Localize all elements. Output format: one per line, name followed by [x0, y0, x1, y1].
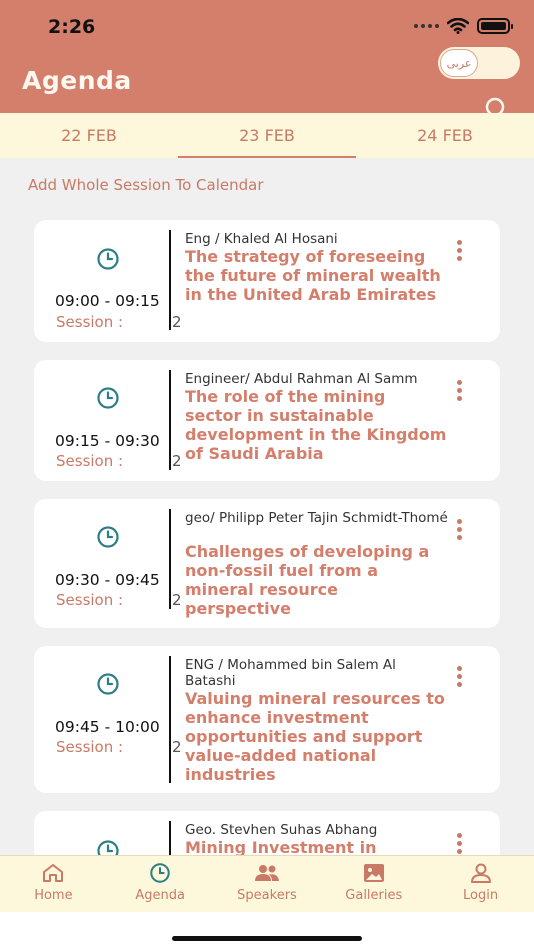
home-icon	[43, 864, 64, 882]
session-number: Session : 2	[56, 313, 182, 331]
clock-icon	[97, 526, 119, 548]
card-divider	[169, 230, 171, 330]
add-session-to-calendar-link[interactable]: Add Whole Session To Calendar	[28, 176, 264, 194]
battery-icon	[477, 18, 513, 34]
tab-22-feb[interactable]: 22 FEB	[0, 113, 178, 158]
more-options-icon[interactable]	[454, 240, 464, 261]
image-icon	[363, 864, 384, 882]
session-label: Session :	[56, 738, 124, 756]
card-divider	[169, 509, 171, 609]
speaker-name: Eng / Khaled Al Hosani	[185, 231, 338, 247]
nav-login-label: Login	[463, 888, 499, 903]
session-time: 09:15 - 09:30	[55, 432, 160, 450]
speaker-name: geo/ Philipp Peter Tajin Schmidt-Thomé	[185, 510, 448, 526]
card-divider	[169, 370, 171, 470]
tab-24-feb[interactable]: 24 FEB	[356, 113, 534, 158]
nav-speakers[interactable]: Speakers	[214, 856, 321, 912]
tab-23-feb[interactable]: 23 FEB	[178, 113, 356, 158]
more-options-icon[interactable]	[454, 666, 464, 687]
nav-speakers-label: Speakers	[237, 888, 297, 903]
session-card[interactable]: 09:00 - 09:15 Session : 2 Eng / Khaled A…	[34, 220, 500, 342]
home-indicator-area	[0, 912, 534, 950]
session-number: Session : 2	[56, 738, 182, 756]
session-title: The strategy of foreseeing the future of…	[185, 247, 441, 304]
clock-icon	[150, 863, 170, 883]
session-title: The role of the mining sector in sustain…	[185, 387, 447, 463]
speaker-name: ENG / Mohammed bin Salem Al Batashi	[185, 657, 396, 689]
people-icon	[254, 865, 279, 881]
session-value: 2	[172, 591, 182, 609]
session-card[interactable]: 09:45 - 10:00 Session : 2 ENG / Mohammed…	[34, 646, 500, 793]
card-divider	[169, 656, 171, 783]
bottom-navigation: Home Agenda Speakers Galleries Login	[0, 855, 534, 912]
date-tabs: 22 FEB 23 FEB 24 FEB	[0, 113, 534, 158]
session-value: 2	[172, 313, 182, 331]
status-time: 2:26	[48, 16, 96, 38]
more-options-icon[interactable]	[454, 380, 464, 401]
nav-galleries-label: Galleries	[345, 888, 403, 903]
nav-home[interactable]: Home	[0, 856, 107, 912]
more-options-icon[interactable]	[454, 519, 464, 540]
session-card[interactable]: 09:15 - 09:30 Session : 2 Engineer/ Abdu…	[34, 360, 500, 481]
session-time: 09:30 - 09:45	[55, 571, 160, 589]
status-icons	[414, 18, 513, 34]
more-options-icon[interactable]	[454, 833, 464, 854]
clock-icon	[97, 673, 119, 695]
session-number: Session : 2	[56, 591, 182, 609]
clock-icon	[97, 387, 119, 409]
nav-login[interactable]: Login	[427, 856, 534, 912]
nav-galleries[interactable]: Galleries	[320, 856, 427, 912]
session-label: Session :	[56, 313, 124, 331]
nav-agenda[interactable]: Agenda	[107, 856, 214, 912]
session-value: 2	[172, 738, 182, 756]
language-toggle[interactable]: عربى	[438, 47, 520, 79]
session-time: 09:45 - 10:00	[55, 718, 160, 736]
session-title: Challenges of developing a non-fossil fu…	[185, 542, 430, 618]
home-indicator[interactable]	[172, 936, 362, 941]
app-header: 2:26 Agenda عربى	[0, 0, 534, 113]
session-number: Session : 2	[56, 452, 182, 470]
session-label: Session :	[56, 452, 124, 470]
clock-icon	[97, 248, 119, 270]
signal-icon	[414, 24, 439, 28]
person-icon	[470, 863, 491, 883]
session-value: 2	[172, 452, 182, 470]
page-title: Agenda	[22, 66, 132, 95]
session-title: Valuing mineral resources to enhance inv…	[185, 689, 445, 784]
search-icon[interactable]	[484, 96, 508, 113]
speaker-name: Geo. Stevhen Suhas Abhang	[185, 822, 378, 838]
session-label: Session :	[56, 591, 124, 609]
session-card[interactable]: 09:30 - 09:45 Session : 2 geo/ Philipp P…	[34, 499, 500, 628]
speaker-name: Engineer/ Abdul Rahman Al Samm	[185, 371, 418, 387]
wifi-icon	[447, 18, 469, 34]
nav-agenda-label: Agenda	[135, 888, 185, 903]
session-time: 09:00 - 09:15	[55, 292, 160, 310]
nav-home-label: Home	[34, 888, 73, 903]
language-toggle-label: عربى	[440, 49, 478, 77]
